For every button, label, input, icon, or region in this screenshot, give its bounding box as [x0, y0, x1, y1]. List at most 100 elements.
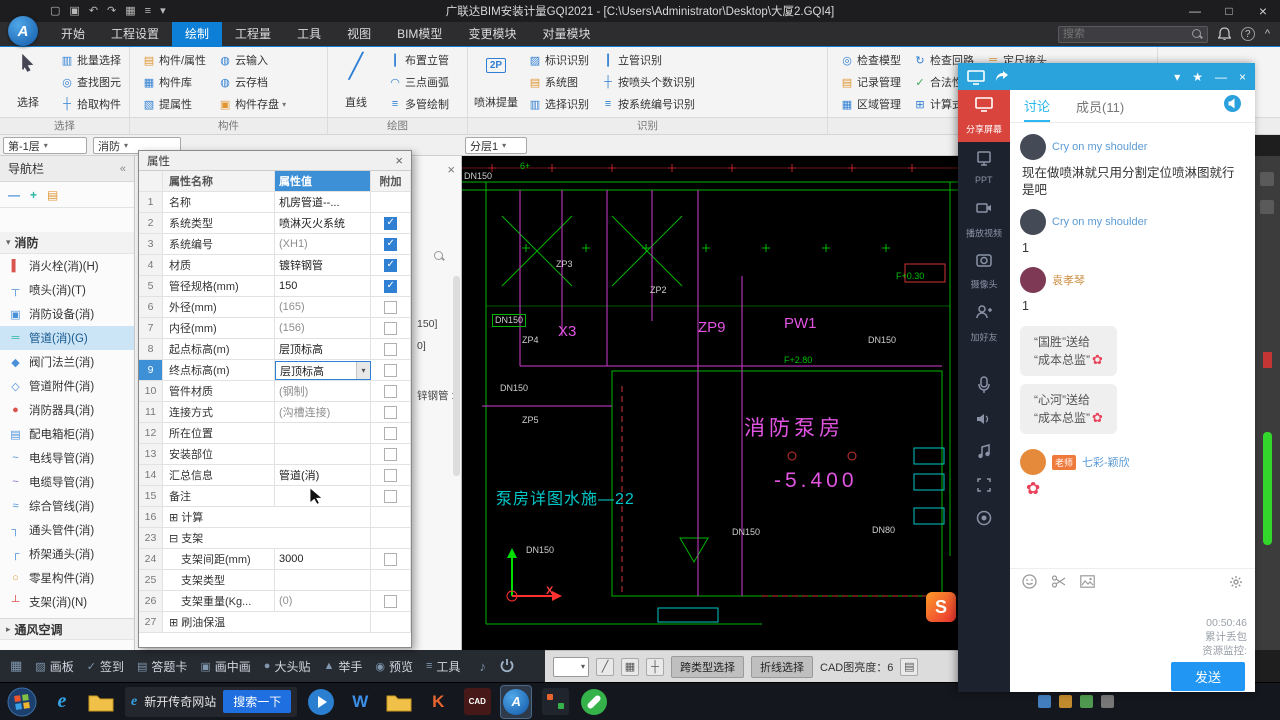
teachbar-item[interactable]: ● 大头贴 — [264, 658, 311, 675]
dropdown-caret-icon[interactable]: ▾ — [1174, 70, 1180, 84]
find-element-button[interactable]: ◎ 查找图元 — [56, 73, 125, 91]
property-group[interactable]: ⊞ 计算 — [163, 507, 371, 527]
tab-开始[interactable]: 开始 — [48, 22, 98, 46]
username[interactable]: Cry on my shoulder — [1052, 216, 1147, 228]
attach-cell[interactable] — [371, 339, 411, 359]
pin-star-icon[interactable]: ★ — [1192, 70, 1203, 84]
property-row[interactable]: 24 支架间距(mm) 3000 — [139, 549, 411, 570]
notification-bell-icon[interactable] — [1217, 27, 1231, 41]
tab-discussion[interactable]: 讨论 — [1024, 90, 1051, 122]
property-value[interactable]: (沟槽连接) — [275, 402, 371, 422]
attach-cell[interactable] — [371, 423, 411, 443]
cloud-save-button[interactable]: ◍ 云存档 — [214, 73, 290, 91]
checkbox-unchecked[interactable] — [384, 594, 397, 608]
property-value[interactable]: 150 — [275, 276, 371, 296]
tab-members[interactable]: 成员(11) — [1076, 90, 1124, 122]
checkbox-unchecked[interactable] — [384, 384, 397, 398]
more-caret-icon[interactable]: ▾ — [160, 0, 166, 22]
collapse-all-icon[interactable]: — — [8, 188, 20, 202]
attach-cell[interactable] — [371, 549, 411, 569]
record-manage-button[interactable]: ▤ 记录管理 — [836, 73, 905, 91]
property-row[interactable]: 27 ⊞ 刷油保温 — [139, 612, 411, 633]
power-icon[interactable] — [499, 658, 515, 674]
tab-BIM模型[interactable]: BIM模型 — [384, 22, 455, 46]
nav-item[interactable]: ○ 零星构件(消) — [0, 566, 134, 590]
tray-icon[interactable] — [1038, 695, 1051, 708]
wps-icon[interactable]: W — [345, 686, 375, 718]
property-row[interactable]: 12 所在位置 — [139, 423, 411, 444]
music-note-icon[interactable] — [977, 444, 991, 460]
select-button[interactable]: 选择 — [4, 50, 52, 114]
play-video-button[interactable]: 播放视频 — [958, 194, 1010, 246]
snap-tool-icon[interactable]: ┼ — [646, 657, 664, 676]
property-value[interactable] — [275, 570, 371, 590]
nav-item[interactable]: ═ 管道(消)(G) — [0, 326, 134, 350]
property-value[interactable]: (XH1) — [275, 234, 371, 254]
share-screen-button[interactable]: 分享屏幕 — [958, 90, 1010, 142]
nav-item[interactable]: ▤ 配电箱柜(消) — [0, 422, 134, 446]
checkbox-checked[interactable] — [384, 237, 397, 251]
tool-icon[interactable] — [1260, 200, 1274, 214]
property-value[interactable]: (165) — [275, 297, 371, 317]
floor-select[interactable]: 第-1层 — [3, 137, 87, 154]
property-row[interactable]: 5 管径规格(mm) 150 — [139, 276, 411, 297]
scroll-indicator[interactable] — [1263, 432, 1272, 545]
sprinkler-count-identify-button[interactable]: ┼ 按喷头个数识别 — [597, 73, 699, 91]
tab-视图[interactable]: 视图 — [334, 22, 384, 46]
checkbox-checked[interactable] — [384, 279, 397, 293]
image-icon[interactable] — [1080, 575, 1095, 588]
attach-cell[interactable] — [371, 360, 411, 380]
attach-cell[interactable] — [371, 192, 411, 212]
checkbox-unchecked[interactable] — [384, 552, 397, 566]
property-row[interactable]: 8 起点标高(m) 层顶标高 — [139, 339, 411, 360]
close-icon[interactable]: × — [447, 162, 455, 177]
region-manage-button[interactable]: ▦ 区域管理 — [836, 95, 905, 113]
app-logo[interactable]: A — [8, 16, 38, 46]
checkbox-unchecked[interactable] — [384, 321, 397, 335]
teachbar-item[interactable]: ▨ 画板 — [35, 658, 73, 675]
property-row[interactable]: 7 内径(mm) (156) — [139, 318, 411, 339]
polyline-select-button[interactable]: 折线选择 — [751, 655, 813, 678]
folder-icon[interactable] — [86, 686, 116, 718]
property-value[interactable]: 喷淋灭火系统 — [275, 213, 371, 233]
property-row[interactable]: 3 系统编号 (XH1) — [139, 234, 411, 255]
checkbox-unchecked[interactable] — [384, 447, 397, 461]
close-icon[interactable]: × — [395, 153, 403, 168]
attach-cell[interactable] — [371, 465, 411, 485]
layout-icon[interactable]: ▦ — [125, 0, 135, 22]
player-icon[interactable] — [306, 686, 336, 718]
tab-工具[interactable]: 工具 — [284, 22, 334, 46]
screenshot-scissors-icon[interactable] — [1051, 574, 1066, 589]
help-icon[interactable]: ? — [1240, 27, 1255, 41]
chat-input[interactable]: 00:50:46 累计丢包 资源监控: — [1010, 594, 1255, 660]
scrollbar[interactable] — [453, 276, 460, 476]
checkbox-checked[interactable] — [384, 258, 397, 272]
system-diagram-button[interactable]: ▤ 系统图 — [524, 73, 593, 91]
attach-cell[interactable] — [371, 570, 411, 590]
tab-绘制[interactable]: 绘制 — [172, 22, 223, 46]
settings-gear-icon[interactable] — [1229, 575, 1243, 589]
new-file-icon[interactable]: ▢ — [50, 0, 60, 22]
menu-icon[interactable]: ≡ — [145, 0, 151, 22]
attach-cell[interactable] — [371, 381, 411, 401]
property-row[interactable]: 25 支架类型 — [139, 570, 411, 591]
attach-cell[interactable] — [371, 213, 411, 233]
batch-select-button[interactable]: ▥ 批量选择 — [56, 51, 125, 69]
close-button[interactable]: × — [1239, 70, 1246, 84]
teachbar-item[interactable]: ▲ 举手 — [323, 658, 362, 675]
taskbar-promo[interactable]: e 新开传奇网站 搜索一下 — [125, 686, 298, 717]
nav-item[interactable]: ~ 电缆导管(消) — [0, 470, 134, 494]
username[interactable]: Cry on my shoulder — [1052, 141, 1147, 153]
checkbox-checked[interactable] — [384, 216, 397, 230]
cad-canvas[interactable]: DN150 6+ ZP3 ZP2 DN150 ZP4 X3 ZP9 PW1 F+0.30 DN150… — [462, 156, 958, 650]
property-row[interactable]: 4 材质 镀锌钢管 — [139, 255, 411, 276]
teachbar-item[interactable]: ✓ 签到 — [87, 658, 124, 675]
checkbox-unchecked[interactable] — [384, 342, 397, 356]
nav-item[interactable]: ┐ 通头管件(消) — [0, 518, 134, 542]
username[interactable]: 七彩-颖欣 — [1082, 454, 1130, 470]
add-friend-button[interactable]: 加好友 — [958, 298, 1010, 350]
tab-工程量[interactable]: 工程量 — [222, 22, 284, 46]
property-row[interactable]: 16 ⊞ 计算 — [139, 507, 411, 528]
search-input[interactable] — [1062, 28, 1191, 40]
draw-tool-icon[interactable]: ╱ — [596, 657, 614, 676]
